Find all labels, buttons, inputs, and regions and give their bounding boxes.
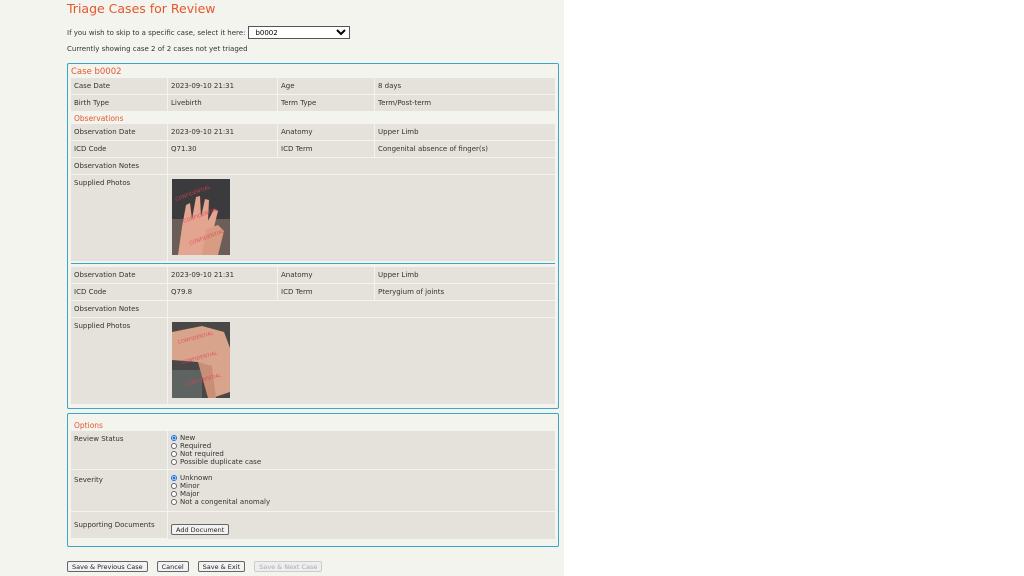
observation-row: Supplied Photos CONFIDENTIAL CONFIDENTIA… [71,318,555,404]
icd-code-value: Q79.8 [168,284,277,300]
status-text: Currently showing case 2 of 2 cases not … [67,45,248,53]
save-next-button[interactable]: Save & Next Case [254,561,323,572]
options-row: Review Status New Required Not required … [71,431,555,469]
options-panel: Options Review Status New Required Not r… [67,413,559,547]
birth-type-value: Livebirth [168,95,277,111]
radio-button[interactable] [171,499,177,505]
icd-code-label: ICD Code [71,141,167,157]
photos-label: Supplied Photos [71,175,167,261]
options-heading: Options [74,421,103,430]
icd-code-value: Q71.30 [168,141,277,157]
radio-button[interactable] [171,491,177,497]
anatomy-value: Upper Limb [375,267,555,283]
hand-photo-thumbnail[interactable]: CONFIDENTIAL CONFIDENTIAL CONFIDENTIAL [172,179,230,255]
anatomy-label: Anatomy [278,124,374,140]
skip-row: If you wish to skip to a specific case, … [67,26,351,39]
term-type-label: Term Type [278,95,374,111]
obs-notes-label: Observation Notes [71,301,167,317]
footer-buttons: Save & Previous Case Cancel Save & Exit … [67,561,323,572]
case-date-label: Case Date [71,78,167,94]
birth-type-label: Birth Type [71,95,167,111]
obs-notes-label: Observation Notes [71,158,167,174]
review-status-option[interactable]: Possible duplicate case [171,458,552,466]
radio-button[interactable] [171,435,177,441]
icd-code-label: ICD Code [71,284,167,300]
case-select[interactable]: b0002 [248,26,351,39]
cancel-button[interactable]: Cancel [156,561,189,572]
radio-button[interactable] [171,483,177,489]
anatomy-label: Anatomy [278,267,374,283]
review-status-option[interactable]: Required [171,442,552,450]
save-exit-button[interactable]: Save & Exit [197,561,246,572]
severity-group: Unknown Minor Major Not a congenital ano… [168,470,555,511]
obs-date-label: Observation Date [71,124,167,140]
observation-row: Observation Date 2023-09-10 21:31 Anatom… [71,124,555,140]
icd-term-value: Pterygium of joints [375,284,555,300]
radio-button[interactable] [171,459,177,465]
photos-cell: CONFIDENTIAL CONFIDENTIAL CONFIDENTIAL [168,318,555,404]
obs-date-value: 2023-09-10 21:31 [168,267,277,283]
radio-button[interactable] [171,475,177,481]
severity-label: Severity [71,470,167,511]
supporting-documents-label: Supporting Documents [71,512,167,538]
anatomy-value: Upper Limb [375,124,555,140]
skip-label: If you wish to skip to a specific case, … [67,28,246,37]
observation-row: Observation Date 2023-09-10 21:31 Anatom… [71,267,555,283]
icd-term-label: ICD Term [278,284,374,300]
observation-row: ICD Code Q71.30 ICD Term Congenital abse… [71,141,555,157]
review-status-label: Review Status [71,431,167,469]
obs-notes-value [168,301,555,317]
age-label: Age [278,78,374,94]
radio-button[interactable] [171,443,177,449]
age-value: 8 days [375,78,555,94]
observation-row: Observation Notes [71,158,555,174]
severity-option[interactable]: Unknown [171,474,552,482]
obs-date-value: 2023-09-10 21:31 [168,124,277,140]
observation-row: Observation Notes [71,301,555,317]
term-type-value: Term/Post-term [375,95,555,111]
obs-notes-value [168,158,555,174]
review-status-option[interactable]: Not required [171,450,552,458]
photos-label: Supplied Photos [71,318,167,404]
severity-option[interactable]: Major [171,490,552,498]
add-document-button[interactable]: Add Document [171,524,230,535]
icd-term-value: Congenital absence of finger(s) [375,141,555,157]
obs-date-label: Observation Date [71,267,167,283]
review-status-group: New Required Not required Possible dupli… [168,431,555,469]
radio-button[interactable] [171,451,177,457]
case-date-value: 2023-09-10 21:31 [168,78,277,94]
arm-photo-thumbnail[interactable]: CONFIDENTIAL CONFIDENTIAL CONFIDENTIAL [172,322,230,398]
save-previous-button[interactable]: Save & Previous Case [67,561,148,572]
icd-term-label: ICD Term [278,141,374,157]
case-panel: Case b0002 Case Date 2023-09-10 21:31 Ag… [67,63,559,409]
options-row: Supporting Documents Add Document [71,512,555,539]
review-status-option[interactable]: New [171,434,552,442]
page: Triage Cases for Review If you wish to s… [0,0,564,576]
severity-option[interactable]: Not a congenital anomaly [171,498,552,506]
case-row: Case Date 2023-09-10 21:31 Age 8 days [71,78,555,94]
severity-option[interactable]: Minor [171,482,552,490]
photos-cell: CONFIDENTIAL CONFIDENTIAL CONFIDENTIAL [168,175,555,261]
observation-divider [71,263,555,264]
observation-row: Supplied Photos CONFIDENTIAL CONFIDENTIA… [71,175,555,261]
case-title: Case b0002 [71,67,122,77]
page-title: Triage Cases for Review [67,1,216,16]
observations-heading: Observations [74,114,124,123]
case-row: Birth Type Livebirth Term Type Term/Post… [71,95,555,111]
supporting-documents-cell: Add Document [168,512,555,539]
observation-row: ICD Code Q79.8 ICD Term Pterygium of joi… [71,284,555,300]
options-row: Severity Unknown Minor Major Not a conge… [71,470,555,511]
